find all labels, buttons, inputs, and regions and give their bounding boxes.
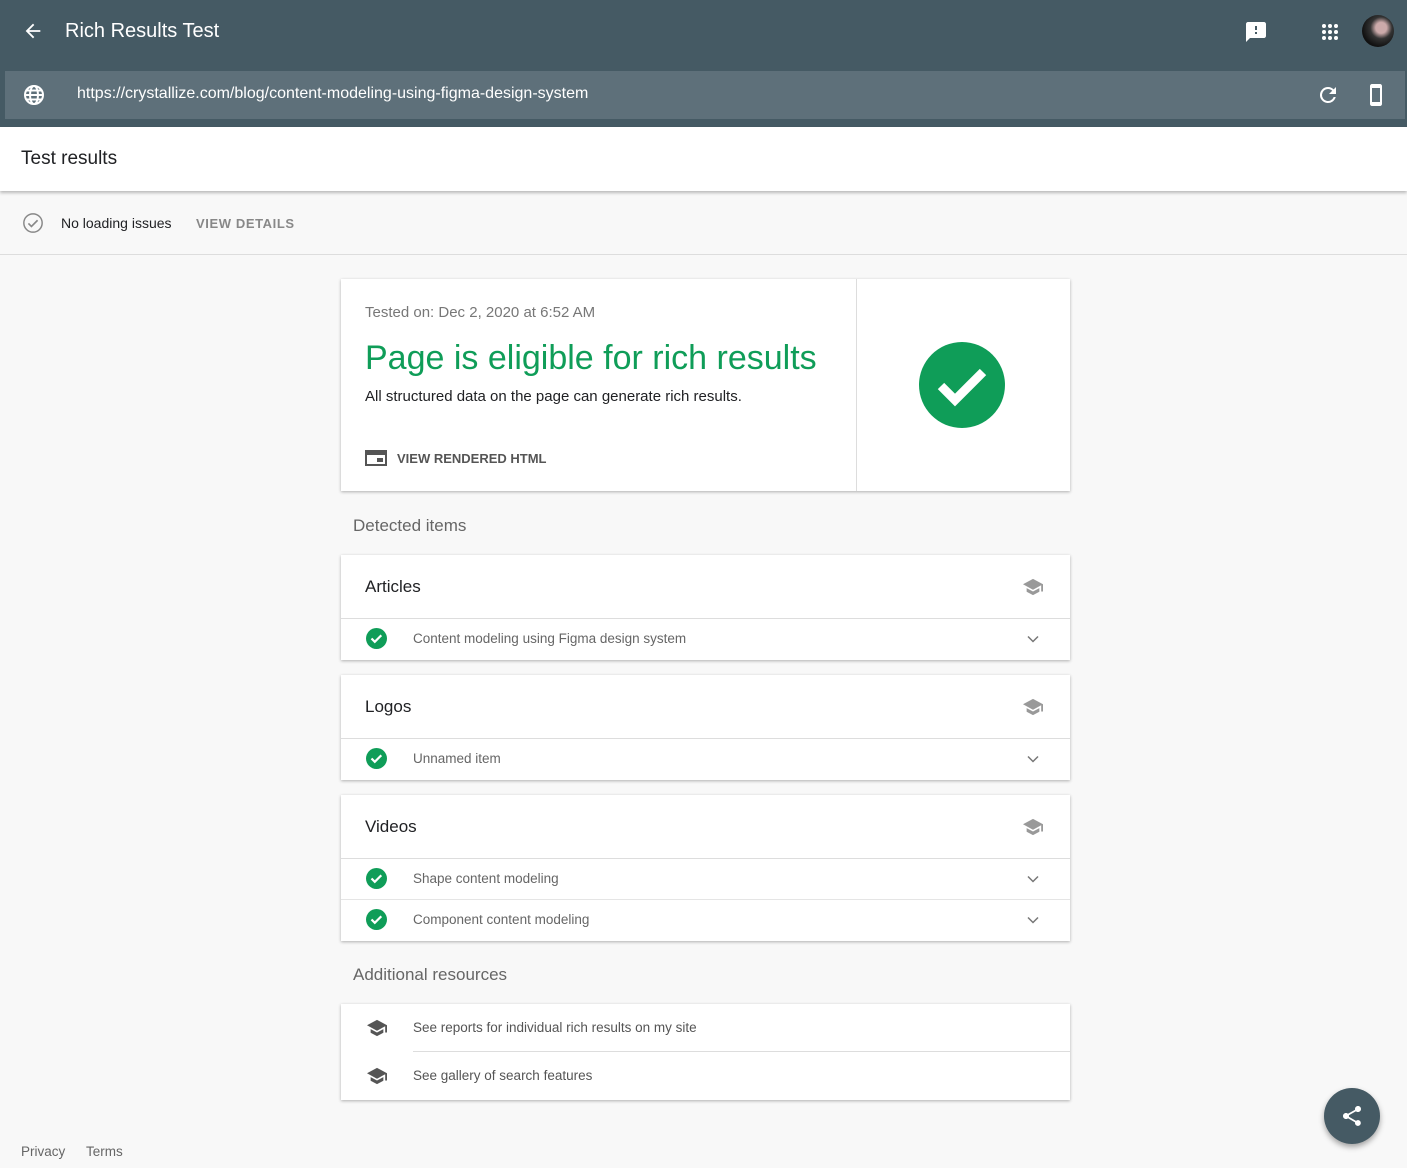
additional-resources-heading: Additional resources — [353, 965, 508, 984]
school-cap-icon[interactable] — [1022, 817, 1044, 837]
detected-item-row[interactable]: Shape content modeling — [341, 859, 1070, 900]
detected-item-label: Component content modeling — [413, 912, 590, 927]
group-title: Articles — [365, 577, 421, 596]
chevron-down-icon[interactable] — [1026, 913, 1040, 927]
school-cap-icon[interactable] — [1022, 577, 1044, 597]
school-cap-icon — [367, 1067, 387, 1085]
chevron-down-icon[interactable] — [1026, 872, 1040, 886]
share-icon — [1343, 1106, 1361, 1126]
group-header: Articles — [341, 555, 1070, 619]
school-cap-icon — [367, 1019, 387, 1037]
group-title: Videos — [365, 817, 417, 836]
detected-group-articles: Articles Content modeling using Figma des… — [341, 555, 1070, 660]
chevron-down-icon[interactable] — [1026, 632, 1040, 646]
tested-on: Tested on: Dec 2, 2020 at 6:52 AM — [365, 304, 596, 321]
check-circle-outline-icon — [23, 213, 43, 233]
view-details-button[interactable]: VIEW DETAILS — [196, 216, 295, 231]
group-title: Logos — [365, 697, 412, 716]
summary-card: Tested on: Dec 2, 2020 at 6:52 AM Page i… — [341, 279, 1070, 491]
user-avatar[interactable] — [1362, 15, 1394, 47]
app-header: Rich Results Test https://crystallize.co… — [0, 0, 1407, 127]
loading-status-bar: No loading issues VIEW DETAILS — [0, 191, 1407, 255]
chevron-down-icon[interactable] — [1026, 752, 1040, 766]
detected-item-label: Content modeling using Figma design syst… — [413, 631, 687, 646]
privacy-link[interactable]: Privacy — [21, 1144, 65, 1159]
globe-icon — [24, 85, 44, 105]
resource-link-gallery[interactable]: See gallery of search features — [341, 1052, 1070, 1100]
url-text[interactable]: https://crystallize.com/blog/content-mod… — [77, 85, 588, 103]
page-title: Test results — [21, 148, 118, 169]
group-header: Videos — [341, 795, 1070, 859]
back-arrow-icon[interactable] — [22, 20, 44, 42]
feedback-icon[interactable] — [1244, 20, 1268, 44]
detected-item-row[interactable]: Component content modeling — [341, 900, 1070, 941]
loading-status-label: No loading issues — [61, 215, 172, 231]
detected-items-heading: Detected items — [353, 516, 467, 535]
resource-label: See reports for individual rich results … — [413, 1020, 697, 1035]
eligibility-description: All structured data on the page can gene… — [365, 388, 742, 405]
results-subheader: Test results — [0, 127, 1407, 191]
valid-check-icon — [366, 748, 387, 769]
refresh-icon[interactable] — [1316, 83, 1340, 107]
apps-grid-icon[interactable] — [1318, 20, 1342, 44]
group-header: Logos — [341, 675, 1070, 739]
detected-item-label: Shape content modeling — [413, 871, 559, 886]
mobile-device-icon[interactable] — [1364, 83, 1388, 107]
view-rendered-html-label: VIEW RENDERED HTML — [397, 450, 547, 466]
share-button[interactable] — [1324, 1088, 1380, 1144]
success-check-icon — [919, 342, 1005, 428]
resource-link-reports[interactable]: See reports for individual rich results … — [341, 1004, 1070, 1052]
terms-link[interactable]: Terms — [86, 1144, 123, 1159]
school-cap-icon[interactable] — [1022, 697, 1044, 717]
browser-window-icon — [365, 450, 387, 466]
resources-card: See reports for individual rich results … — [341, 1004, 1070, 1100]
detected-item-row[interactable]: Content modeling using Figma design syst… — [341, 619, 1070, 660]
eligibility-headline: Page is eligible for rich results — [365, 339, 817, 377]
valid-check-icon — [366, 868, 387, 889]
detected-group-videos: Videos Shape content modeling Component co… — [341, 795, 1070, 941]
detected-group-logos: Logos Unnamed item — [341, 675, 1070, 780]
detected-item-label: Unnamed item — [413, 751, 501, 766]
detected-item-row[interactable]: Unnamed item — [341, 739, 1070, 780]
resource-label: See gallery of search features — [413, 1068, 593, 1083]
valid-check-icon — [366, 909, 387, 930]
view-rendered-html-button[interactable]: VIEW RENDERED HTML — [365, 449, 547, 467]
valid-check-icon — [366, 628, 387, 649]
url-bar[interactable]: https://crystallize.com/blog/content-mod… — [5, 71, 1405, 119]
app-title: Rich Results Test — [65, 20, 220, 42]
